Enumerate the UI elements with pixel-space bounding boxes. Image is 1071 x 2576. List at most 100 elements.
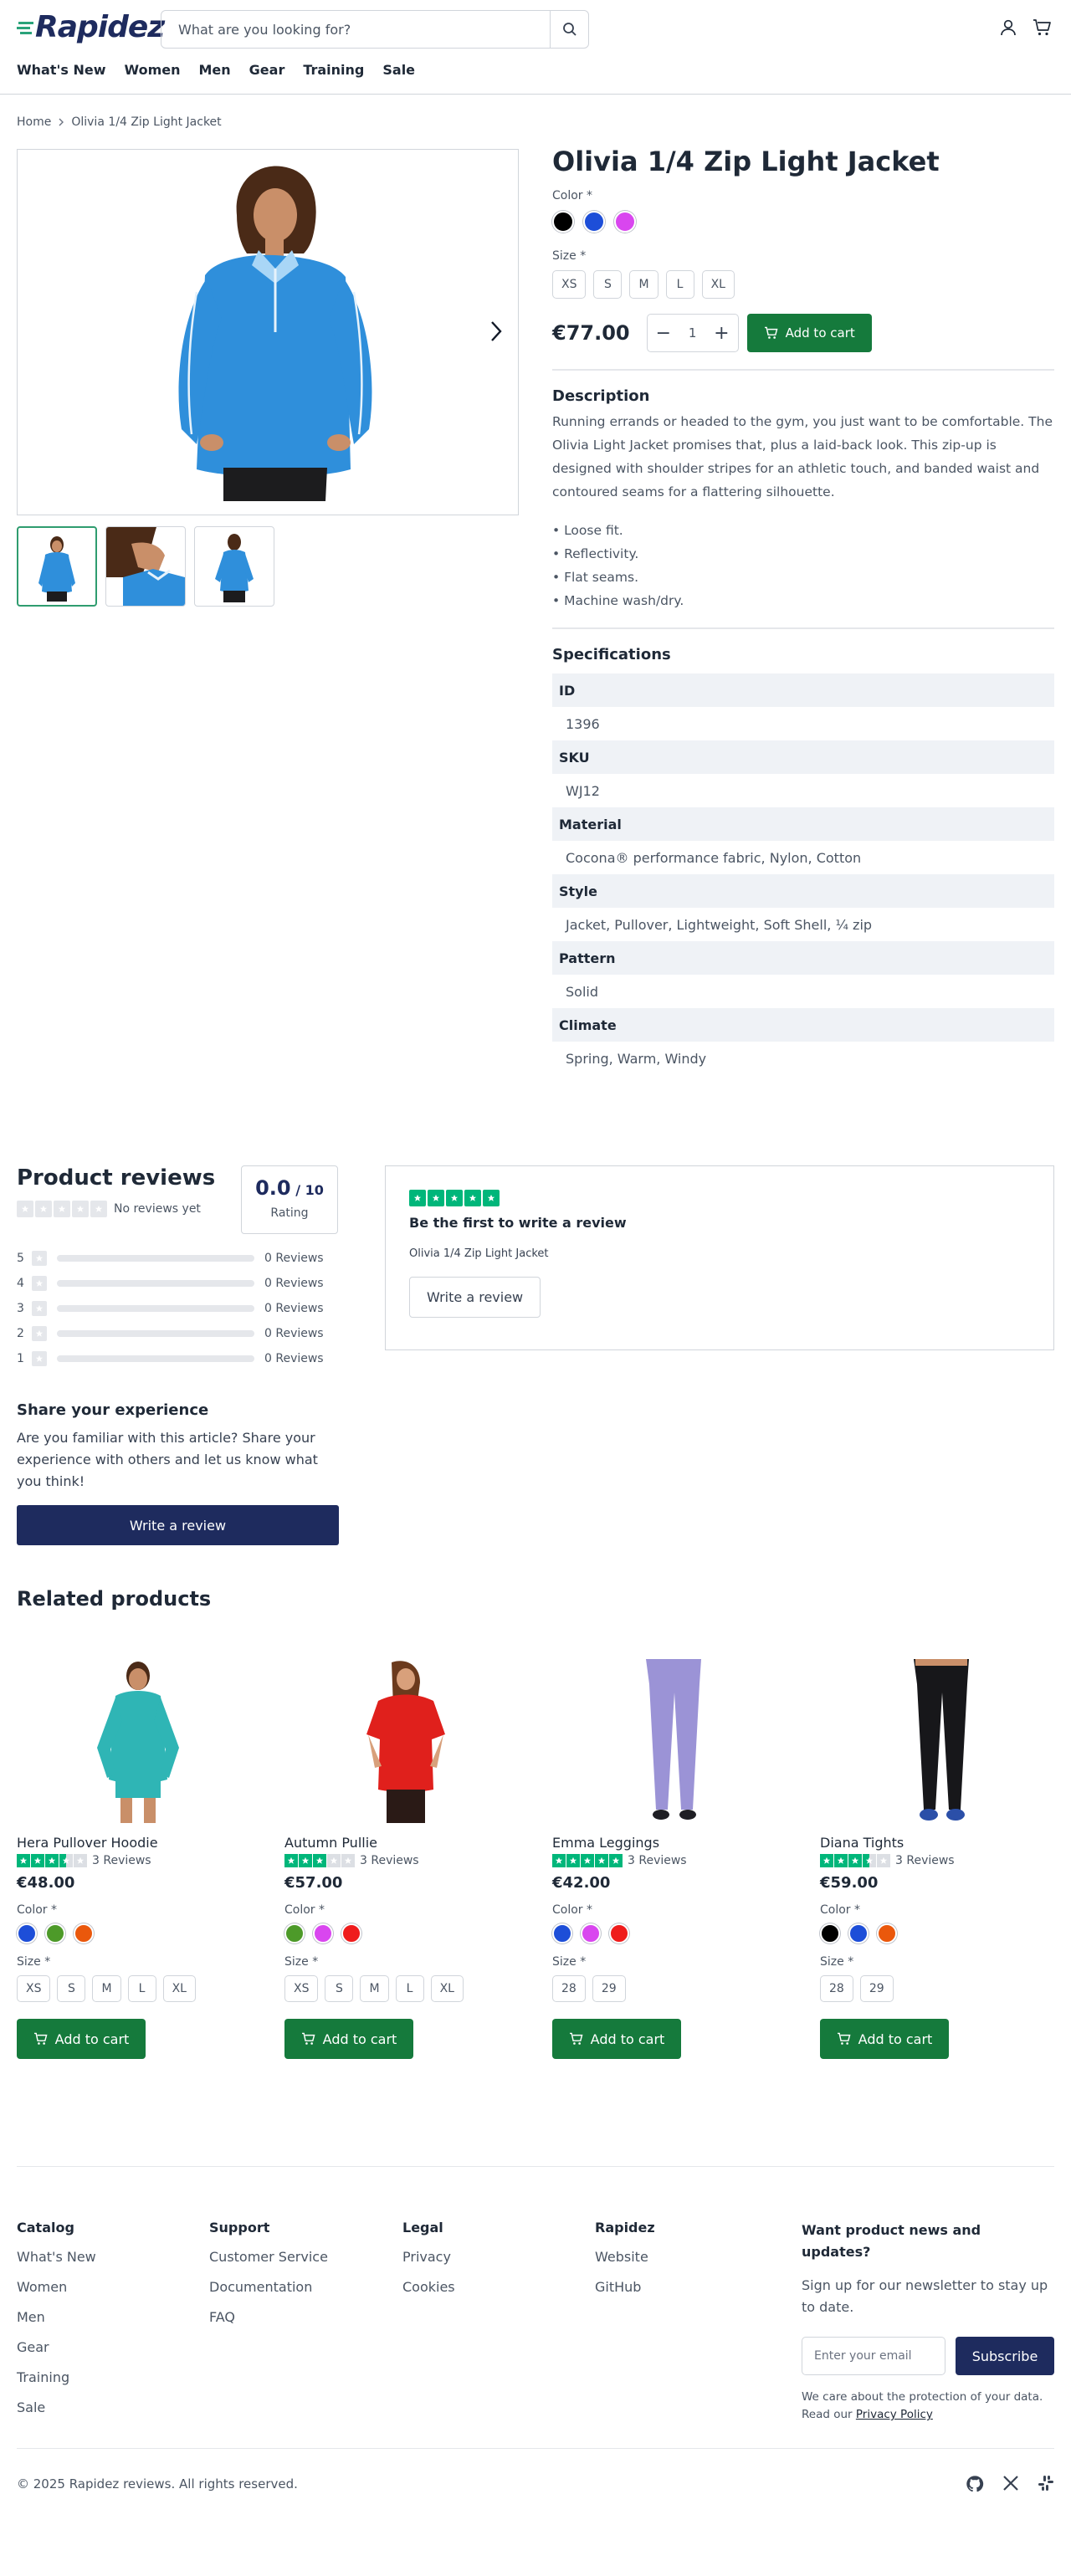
size-option-l[interactable]: L — [665, 270, 694, 299]
size-option-m[interactable]: M — [629, 270, 658, 299]
email-field[interactable] — [802, 2337, 945, 2375]
product-card[interactable]: Autumn Pullie 3 Reviews €57.00 Color * S… — [284, 1659, 527, 2059]
rapidez-logo[interactable]: Rapidez — [17, 10, 165, 44]
footer-link[interactable]: Customer Service — [209, 2249, 328, 2266]
size-option[interactable]: S — [57, 1975, 86, 2002]
size-option[interactable]: 29 — [859, 1975, 894, 2002]
size-option[interactable]: 28 — [552, 1975, 586, 2002]
color-swatch-purple[interactable] — [614, 211, 636, 233]
size-label: Size * — [820, 1955, 854, 1969]
product-name[interactable]: Diana Tights — [820, 1835, 1063, 1851]
account-icon[interactable] — [999, 18, 1017, 37]
footer-link[interactable]: FAQ — [209, 2309, 328, 2326]
size-option-xs[interactable]: XS — [552, 270, 587, 299]
size-option[interactable]: 28 — [820, 1975, 853, 2002]
footer-link[interactable]: Website — [595, 2249, 655, 2266]
color-swatch-green[interactable] — [45, 1923, 65, 1944]
subscribe-button[interactable]: Subscribe — [956, 2337, 1054, 2375]
size-option[interactable]: XS — [17, 1975, 51, 2002]
nav-whats-new[interactable]: What's New — [17, 62, 106, 78]
color-swatch-black[interactable] — [552, 211, 574, 233]
footer-link[interactable]: Men — [17, 2309, 96, 2326]
star-icon — [446, 1190, 463, 1206]
nav-gear[interactable]: Gear — [249, 62, 285, 78]
footer-link[interactable]: Training — [17, 2369, 96, 2386]
cart-icon[interactable] — [1033, 18, 1053, 37]
nav-women[interactable]: Women — [125, 62, 181, 78]
github-icon[interactable] — [966, 2475, 984, 2493]
decrease-quantity-button[interactable]: − — [656, 323, 671, 344]
product-image[interactable] — [17, 1659, 259, 1826]
thumbnail-1[interactable] — [17, 526, 97, 607]
product-image[interactable] — [820, 1659, 1063, 1826]
rating-bar-track — [57, 1355, 254, 1362]
thumbnail-2[interactable] — [105, 526, 186, 607]
product-name[interactable]: Emma Leggings — [552, 1835, 795, 1851]
size-option-xl[interactable]: XL — [701, 270, 735, 299]
product-image[interactable] — [284, 1659, 527, 1826]
size-option[interactable]: XL — [430, 1975, 464, 2002]
footer-link[interactable]: Sale — [17, 2399, 96, 2416]
footer-link[interactable]: What's New — [17, 2249, 96, 2266]
size-option[interactable]: L — [127, 1975, 156, 2002]
nav-men[interactable]: Men — [198, 62, 230, 78]
product-name[interactable]: Hera Pullover Hoodie — [17, 1835, 259, 1851]
color-swatch-black[interactable] — [820, 1923, 840, 1944]
size-option[interactable]: S — [325, 1975, 354, 2002]
search-button[interactable] — [550, 11, 588, 48]
color-swatch-blue[interactable] — [583, 211, 605, 233]
add-to-cart-button[interactable]: Add to cart — [284, 2019, 413, 2059]
write-review-button[interactable]: Write a review — [17, 1505, 339, 1545]
breadcrumb-home[interactable]: Home — [17, 115, 51, 129]
footer-link[interactable]: Documentation — [209, 2279, 328, 2296]
color-swatch-blue[interactable] — [552, 1923, 572, 1944]
thumbnail-3[interactable] — [194, 526, 274, 607]
product-name[interactable]: Autumn Pullie — [284, 1835, 527, 1851]
write-review-outline-button[interactable]: Write a review — [409, 1277, 541, 1318]
color-swatch-blue[interactable] — [17, 1923, 37, 1944]
privacy-policy-link[interactable]: Privacy Policy — [856, 2408, 933, 2421]
buy-row: €77.00 − 1 + Add to cart — [552, 314, 1054, 352]
search-input[interactable] — [161, 11, 550, 48]
product-image[interactable] — [552, 1659, 795, 1826]
footer-link[interactable]: Privacy — [402, 2249, 455, 2266]
add-to-cart-button[interactable]: Add to cart — [820, 2019, 949, 2059]
quantity-value[interactable]: 1 — [689, 325, 697, 341]
rating-stars — [820, 1854, 890, 1867]
add-to-cart-button[interactable]: Add to cart — [552, 2019, 681, 2059]
size-option[interactable]: XL — [162, 1975, 196, 2002]
slack-icon[interactable] — [1038, 2475, 1054, 2491]
size-option[interactable]: M — [360, 1975, 389, 2002]
color-swatch-blue[interactable] — [848, 1923, 869, 1944]
color-swatch-orange[interactable] — [74, 1923, 94, 1944]
product-card[interactable]: Diana Tights 3 Reviews €59.00 Color * Si… — [820, 1659, 1063, 2059]
color-swatch-orange[interactable] — [877, 1923, 897, 1944]
next-image-arrow-icon[interactable] — [489, 320, 503, 343]
x-twitter-icon[interactable] — [1002, 2475, 1019, 2491]
star-icon — [609, 1854, 623, 1867]
color-swatch-red[interactable] — [341, 1923, 361, 1944]
nav-training[interactable]: Training — [303, 62, 364, 78]
increase-quantity-button[interactable]: + — [714, 323, 729, 344]
size-option[interactable]: XS — [284, 1975, 319, 2002]
color-swatch-green[interactable] — [284, 1923, 305, 1944]
share-experience-heading: Share your experience — [17, 1401, 209, 1419]
footer-heading: Catalog — [17, 2220, 74, 2235]
color-swatch-red[interactable] — [609, 1923, 629, 1944]
color-swatch-purple[interactable] — [581, 1923, 601, 1944]
product-card[interactable]: Hera Pullover Hoodie 3 Reviews €48.00 Co… — [17, 1659, 259, 2059]
add-to-cart-button[interactable]: Add to cart — [17, 2019, 146, 2059]
footer-link[interactable]: Gear — [17, 2339, 96, 2356]
product-main-image[interactable] — [17, 149, 519, 515]
color-swatch-purple[interactable] — [313, 1923, 333, 1944]
footer-link[interactable]: Women — [17, 2279, 96, 2296]
size-option[interactable]: M — [92, 1975, 121, 2002]
product-card[interactable]: Emma Leggings 3 Reviews €42.00 Color * S… — [552, 1659, 795, 2059]
footer-link[interactable]: GitHub — [595, 2279, 655, 2296]
size-option-s[interactable]: S — [593, 270, 623, 299]
footer-link[interactable]: Cookies — [402, 2279, 455, 2296]
size-option[interactable]: 29 — [592, 1975, 626, 2002]
nav-sale[interactable]: Sale — [382, 62, 415, 78]
size-option[interactable]: L — [395, 1975, 424, 2002]
add-to-cart-button[interactable]: Add to cart — [746, 314, 872, 352]
